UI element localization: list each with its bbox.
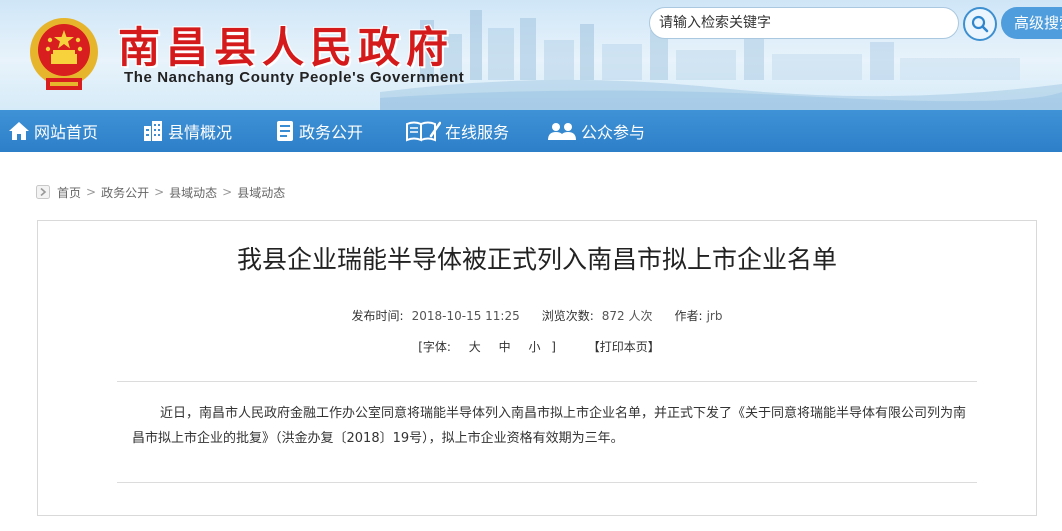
nav-item-label: 网站首页 [34, 123, 99, 142]
breadcrumb-separator: > [154, 185, 165, 199]
publish-time: 2018-10-15 11:25 [411, 309, 520, 323]
advanced-search-button[interactable]: 高级搜索 [1001, 7, 1062, 39]
font-size-large[interactable]: 大 [469, 340, 481, 354]
font-size-small[interactable]: 小 [528, 340, 540, 354]
national-emblem-icon [30, 18, 98, 90]
breadcrumb-government-affairs[interactable]: 政务公开 [101, 184, 149, 201]
nav-item-government-affairs[interactable]: 政务公开 [275, 110, 363, 152]
divider [117, 482, 977, 483]
site-header: 南昌县人民政府 The Nanchang County People's Gov… [0, 0, 1062, 110]
home-icon [9, 122, 29, 140]
search-button[interactable] [963, 7, 997, 41]
article-body: 近日，南昌市人民政府金融工作办公室同意将瑞能半导体列入南昌市拟上市企业名单，并正… [132, 406, 967, 446]
breadcrumb-county-news-current[interactable]: 县域动态 [237, 184, 285, 201]
nav-item-online-services[interactable]: 在线服务 [405, 110, 509, 152]
author: jrb [706, 309, 723, 323]
divider [117, 381, 977, 382]
breadcrumb-arrow-icon [36, 185, 50, 199]
font-size-medium[interactable]: 中 [499, 340, 511, 354]
search-icon [971, 15, 989, 33]
breadcrumb: 首页 > 政务公开 > 县域动态 > 县域动态 [36, 183, 285, 201]
breadcrumb-home[interactable]: 首页 [57, 184, 81, 201]
people-icon [548, 123, 576, 140]
main-nav: 网站首页 县情概况 政务公开 在线服务 公众参与 [0, 110, 1062, 152]
font-size-label: [字体: [418, 340, 451, 354]
nav-item-county-profile[interactable]: 县情概况 [142, 110, 232, 152]
nav-item-label: 县情概况 [168, 123, 233, 142]
nav-item-public-participation[interactable]: 公众参与 [547, 110, 645, 152]
font-size-toolbar: [字体: 大 中 小 ] 【打印本页】 [0, 338, 1062, 355]
view-count-label: 浏览次数: [541, 309, 594, 323]
site-title: 南昌县人民政府 [118, 23, 455, 72]
author-label: 作者: [674, 309, 703, 323]
breadcrumb-separator: > [86, 185, 97, 199]
nav-item-label: 在线服务 [445, 123, 510, 142]
breadcrumb-county-news[interactable]: 县域动态 [169, 184, 217, 201]
font-size-bracket: ] [551, 340, 556, 354]
search-input[interactable] [649, 7, 959, 39]
publish-time-label: 发布时间: [351, 309, 404, 323]
article-meta: 发布时间: 2018-10-15 11:25 浏览次数: 872 人次 作者: jrb [0, 307, 1062, 324]
book-pen-icon [406, 121, 441, 142]
site-subtitle: The Nanchang County People's Government [124, 69, 465, 86]
view-count: 872 人次 [601, 309, 653, 323]
building-icon [144, 121, 162, 141]
article-title: 我县企业瑞能半导体被正式列入南昌市拟上市企业名单 [236, 245, 837, 274]
print-page-button[interactable]: 【打印本页】 [588, 340, 660, 354]
nav-item-label: 公众参与 [581, 123, 646, 142]
document-icon [277, 121, 293, 141]
nav-item-label: 政务公开 [299, 123, 364, 142]
breadcrumb-separator: > [222, 185, 233, 199]
nav-item-home[interactable]: 网站首页 [8, 110, 98, 152]
